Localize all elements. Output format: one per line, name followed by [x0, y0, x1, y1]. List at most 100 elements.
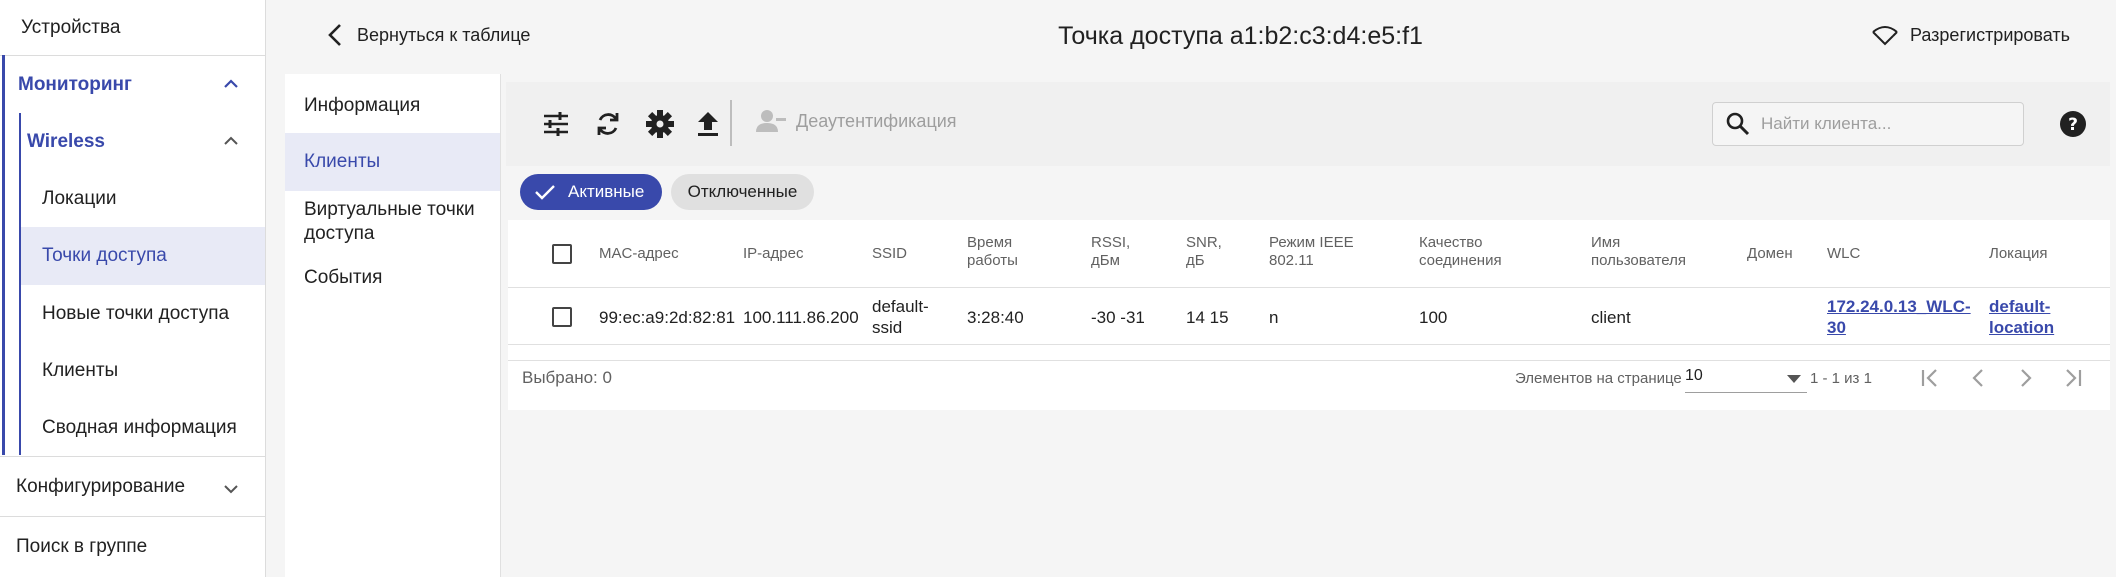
check-icon — [535, 185, 555, 200]
header-row-divider — [508, 287, 2110, 288]
cell-ip: 100.111.86.200 — [743, 308, 859, 327]
upload-icon[interactable] — [692, 108, 724, 140]
sidebar-item-label: Конфигурирование — [16, 475, 186, 497]
sidebar-item-access-points[interactable]: Точки доступа — [21, 227, 265, 285]
page-size-value: 10 — [1685, 367, 1703, 384]
search-input[interactable] — [1761, 114, 2001, 134]
filter-disconnected-chip[interactable]: Отключенные — [671, 174, 814, 210]
header-line: Имя — [1591, 234, 1621, 251]
sidebar-item-configuration[interactable]: Конфигурирование — [0, 456, 265, 516]
sidebar-item-monitoring[interactable]: Мониторинг — [0, 55, 265, 113]
cell-mac: 99:ec:a9:2d:82:81 — [599, 308, 736, 327]
dropdown-arrow-icon — [1787, 375, 1801, 383]
header-line: Время — [967, 234, 1013, 251]
help-icon[interactable]: ? — [2059, 110, 2087, 138]
column-header-uptime[interactable]: Время работы — [967, 234, 1018, 270]
cell-uptime: 3:28:40 — [967, 308, 1024, 327]
sidebar-item-label: Wireless — [27, 130, 105, 152]
page-header: Вернуться к таблице Точка доступа a1:b2:… — [285, 0, 2116, 74]
header-line: работы — [967, 252, 1018, 269]
column-header-domain[interactable]: Домен — [1747, 245, 1793, 263]
deauthenticate-button[interactable]: Деаутентификация — [756, 108, 957, 134]
chevron-up-icon — [224, 136, 238, 145]
filter-disconnected-label: Отключенные — [687, 182, 798, 201]
sidebar-item-new-access-points[interactable]: Новые точки доступа — [0, 285, 265, 342]
tab-events[interactable]: События — [285, 266, 500, 290]
deauthenticate-label: Деаутентификация — [796, 110, 957, 131]
sidebar-item-label: Точки доступа — [42, 245, 167, 266]
header-line: SNR, — [1186, 234, 1222, 251]
sidebar-item-wireless[interactable]: Wireless — [0, 113, 265, 170]
column-header-username[interactable]: Имя пользователя — [1591, 234, 1686, 270]
sidebar-item-summary[interactable]: Сводная информация — [0, 399, 265, 456]
first-page-icon[interactable] — [1918, 366, 1942, 390]
column-header-rssi[interactable]: RSSI, дБм — [1091, 234, 1130, 270]
cell-rssi: -30 -31 — [1091, 308, 1145, 327]
clients-panel: Деаутентификация ? Активные Отключенные … — [502, 74, 2116, 577]
unregister-button[interactable]: Разрегистрировать — [1870, 22, 2070, 48]
unregister-label: Разрегистрировать — [1909, 24, 2070, 45]
sidebar-item-label: Поиск в группе — [16, 535, 148, 557]
toolbar: Деаутентификация ? — [506, 82, 2110, 166]
column-header-quality[interactable]: Качество соединения — [1419, 234, 1502, 270]
cell-line: 30 — [1827, 318, 1846, 337]
header-line: дБм — [1091, 252, 1120, 269]
row-checkbox[interactable] — [552, 307, 572, 327]
sidebar-item-group-search[interactable]: Поиск в группе — [0, 516, 265, 576]
tab-info[interactable]: Информация — [285, 94, 500, 118]
tune-icon[interactable] — [540, 108, 572, 140]
header-line: RSSI, — [1091, 234, 1131, 251]
sidebar-item-label: Локации — [42, 187, 117, 209]
sidebar-item-label: Новые точки доступа — [42, 302, 230, 324]
search-icon — [1726, 112, 1750, 136]
toolbar-divider — [730, 100, 732, 146]
cell-snr: 14 15 — [1186, 308, 1229, 327]
person-remove-icon — [756, 110, 786, 132]
header-line: Качество — [1419, 234, 1483, 251]
client-search — [1712, 102, 2024, 146]
column-header-ip[interactable]: IP-адрес — [743, 245, 803, 263]
sidebar-item-locations[interactable]: Локации — [0, 170, 265, 227]
header-line: соединения — [1419, 252, 1502, 269]
gear-icon[interactable] — [644, 108, 676, 140]
cell-location-link[interactable]: default- location — [1989, 296, 2054, 338]
sidebar-item-devices[interactable]: Устройства — [0, 0, 265, 55]
cell-line: default- — [1989, 297, 2051, 316]
next-page-icon[interactable] — [2014, 366, 2038, 390]
access-point-nav: Информация Клиенты Виртуальные точки дос… — [285, 74, 501, 577]
cell-line: 172.24.0.13_WLC- — [1827, 297, 1971, 316]
column-header-wlc[interactable]: WLC — [1827, 245, 1860, 263]
select-all-checkbox[interactable] — [552, 244, 572, 264]
column-header-ssid[interactable]: SSID — [872, 245, 907, 263]
tab-virtual-access-points[interactable]: Виртуальные точки доступа — [285, 198, 485, 246]
sidebar-item-clients[interactable]: Клиенты — [0, 342, 265, 399]
cell-ssid: default- ssid — [872, 296, 929, 338]
cell-username: client — [1591, 308, 1631, 327]
cell-line: ssid — [872, 318, 903, 337]
column-header-snr[interactable]: SNR, дБ — [1186, 234, 1222, 270]
page-size-select[interactable]: 10 — [1685, 361, 1807, 393]
sidebar: Устройства Мониторинг Wireless Локации Т… — [0, 0, 266, 577]
column-header-mac[interactable]: MAC-адрес — [599, 245, 679, 263]
filter-active-label: Активные — [568, 182, 645, 201]
svg-text:?: ? — [2068, 115, 2078, 135]
clients-table: MAC-адрес IP-адрес SSID Время работы RSS… — [508, 220, 2110, 410]
last-page-icon[interactable] — [2061, 366, 2085, 390]
previous-page-icon[interactable] — [1966, 366, 1990, 390]
sidebar-item-label: Клиенты — [42, 359, 119, 381]
selected-count: Выбрано: 0 — [522, 368, 612, 387]
header-line: пользователя — [1591, 252, 1686, 269]
cell-quality: 100 — [1419, 308, 1448, 327]
cell-wlc-link[interactable]: 172.24.0.13_WLC- 30 — [1827, 296, 1971, 338]
filter-active-chip[interactable]: Активные — [520, 174, 662, 210]
header-line: Режим IEEE — [1269, 234, 1354, 251]
page-title: Точка доступа a1:b2:c3:d4:e5:f1 — [1058, 22, 1423, 50]
chevron-up-icon — [224, 79, 238, 88]
column-header-location[interactable]: Локация — [1989, 245, 2048, 263]
tab-clients[interactable]: Клиенты — [285, 133, 500, 191]
chevron-down-icon — [224, 485, 238, 494]
sidebar-item-label: Сводная информация — [42, 416, 237, 438]
refresh-icon[interactable] — [592, 108, 624, 140]
column-header-ieee[interactable]: Режим IEEE 802.11 — [1269, 234, 1354, 270]
unregister-icon — [1872, 26, 1898, 46]
